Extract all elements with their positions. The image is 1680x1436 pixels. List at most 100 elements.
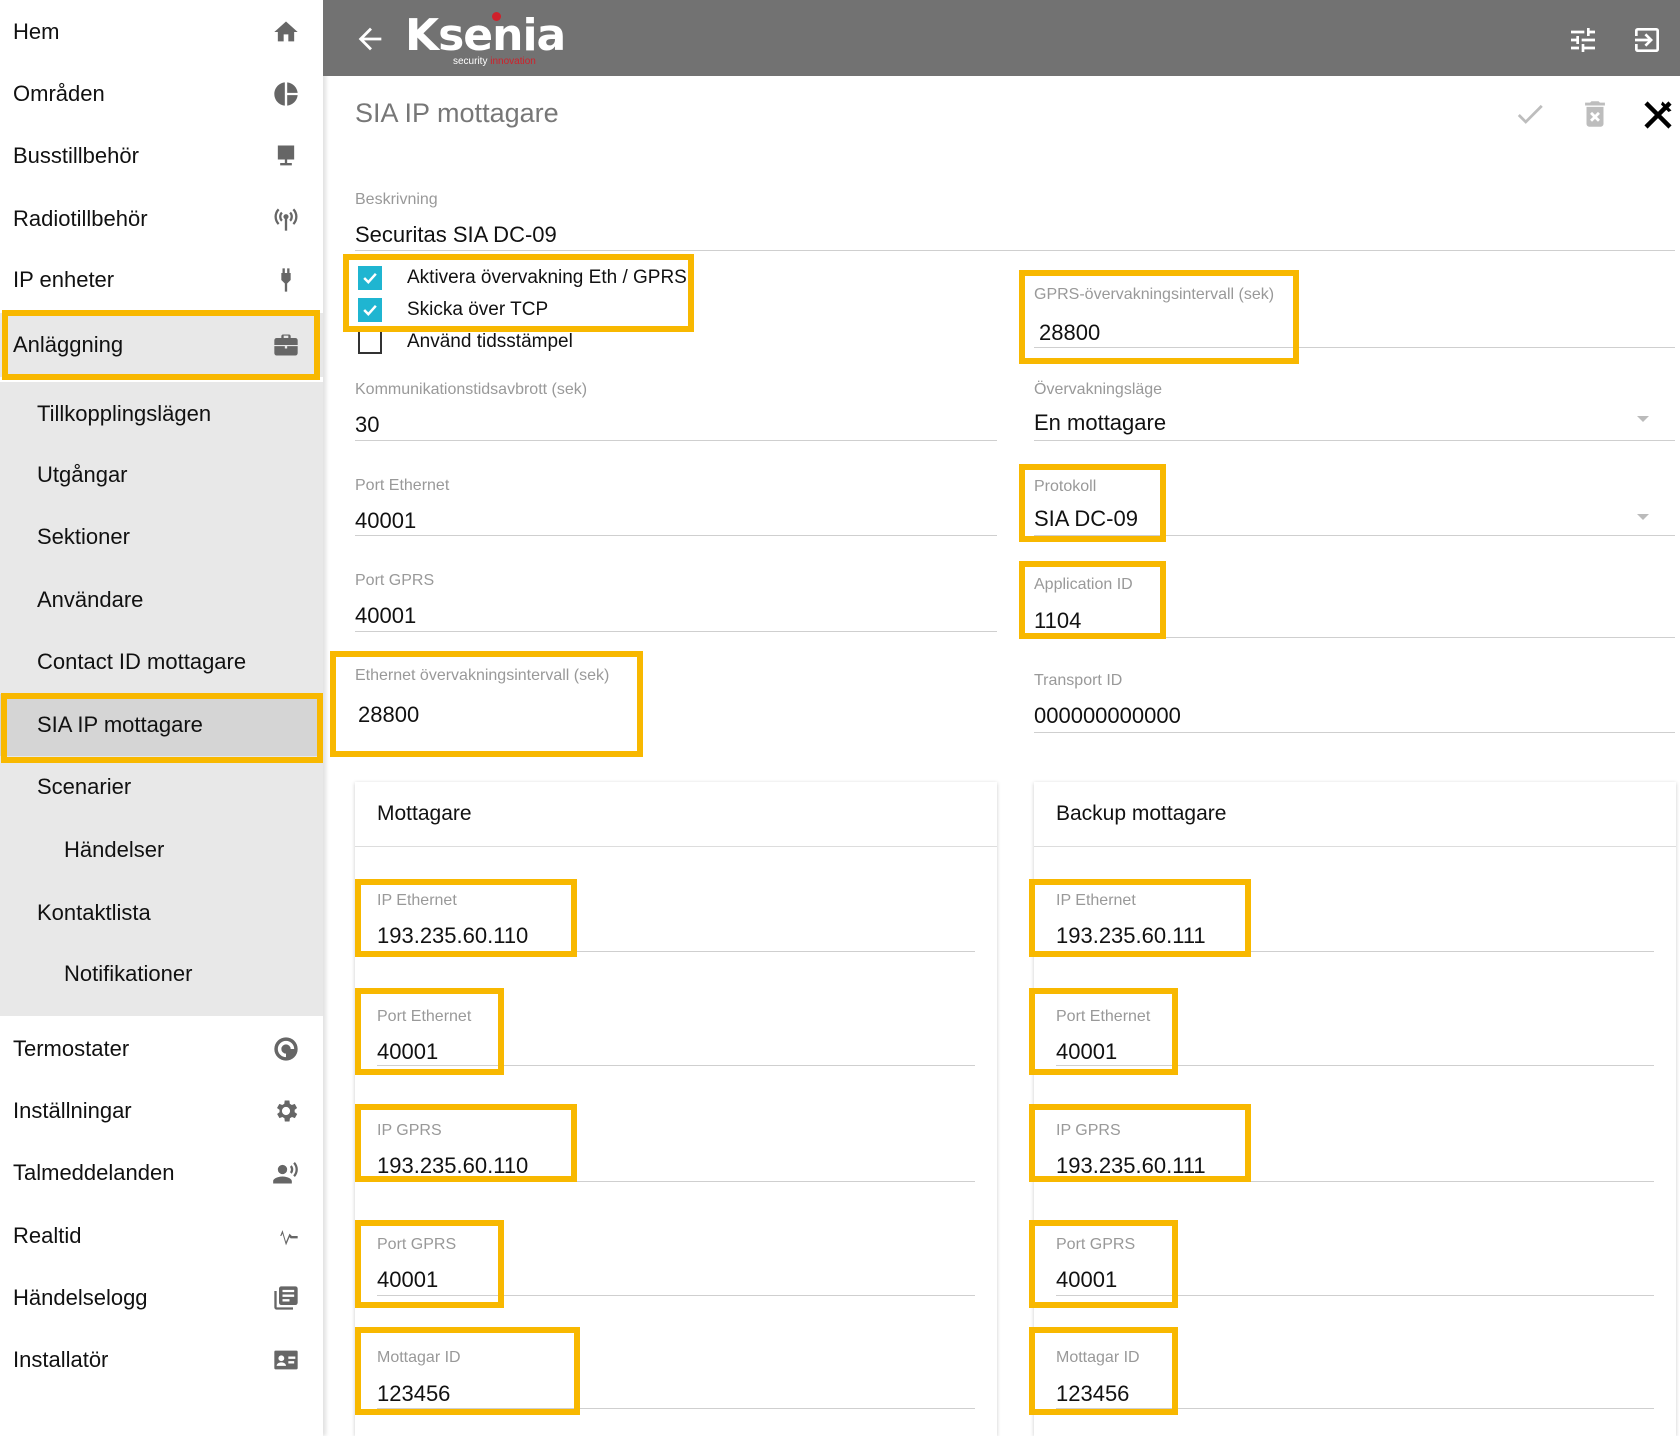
port-ethernet-label: Port Ethernet [355,477,450,494]
submenu-item[interactable]: Utgångar [0,444,323,506]
sidebar-item-handelselogg[interactable]: Händelselogg [0,1267,323,1329]
ksenia-logo: Ksenia security innovation [405,8,566,68]
card-divider [355,846,997,847]
sidebar-item-installator[interactable]: Installatör [0,1329,323,1391]
id-card-icon [271,1345,301,1375]
sidebar-item-radiotillbehor[interactable]: Radiotillbehör [0,188,323,250]
sidebar-item-realtid[interactable]: Realtid [0,1205,323,1267]
sidebar-item-label: Termostater [13,1036,130,1061]
field-value: 193.235.60.111 [1056,1153,1206,1178]
checkbox-label: Skicka över TCP [407,299,549,320]
briefcase-icon [271,330,301,360]
sidebar-item-busstillbehor[interactable]: Busstillbehör [0,125,323,187]
sidebar-item-omraden[interactable]: Områden [0,63,323,125]
radio-signal-icon [271,204,301,234]
exit-icon[interactable] [1631,24,1663,56]
description-field[interactable]: Beskrivning Securitas SIA DC-09 [355,188,1675,251]
backup-port-ethernet-field[interactable]: Port Ethernet 40001 [1056,1008,1654,1066]
port-gprs-label: Port GPRS [355,572,435,589]
submenu-item[interactable]: Notifikationer [0,943,323,1005]
gprs-interval-value: 28800 [1039,320,1101,345]
save-check-icon[interactable] [1513,97,1547,131]
application-id-value: 1104 [1034,608,1082,633]
back-arrow-icon[interactable] [353,22,387,56]
transport-id-label: Transport ID [1034,672,1123,689]
checkbox-monitoring[interactable]: Aktivera övervakning Eth / GPRS [358,263,687,293]
sidebar-item-hem[interactable]: Hem [0,1,323,63]
field-label: Port Ethernet [377,1008,472,1025]
submenu: Tillkopplingslägen Utgångar Sektioner An… [0,382,323,1016]
log-icon [271,1283,301,1313]
submenu-item-active[interactable]: SIA IP mottagare [0,694,323,756]
checkbox-label: Aktivera övervakning Eth / GPRS [407,267,687,288]
checkbox-checked-icon[interactable] [358,298,382,322]
field-label: Port GPRS [377,1236,457,1253]
sidebar-item-anlaggning[interactable]: Anläggning [0,313,323,377]
field-value: 40001 [377,1267,439,1292]
submenu-item[interactable]: Kontaktlista [0,882,323,944]
monitoring-mode-select[interactable]: Övervakningsläge En mottagare [1034,380,1675,441]
receiver-id-field[interactable]: Mottagar ID 123456 [377,1349,975,1409]
receiver-port-gprs-field[interactable]: Port GPRS 40001 [377,1236,975,1296]
transport-id-field[interactable]: Transport ID 000000000000 [1034,672,1675,733]
sidebar-item-installningar[interactable]: Inställningar [0,1080,323,1142]
receiver-port-ethernet-field[interactable]: Port Ethernet 40001 [377,1008,975,1066]
submenu-item[interactable]: Scenarier [0,756,323,818]
logo-text: Ksenia [405,10,566,61]
thermostat-icon [271,1034,301,1064]
tune-icon[interactable] [1567,24,1599,56]
sidebar-item-label: IP enheter [13,267,115,292]
backup-receiver-title: Backup mottagare [1056,802,1227,825]
top-bar: Ksenia security innovation [323,0,1680,76]
backup-port-gprs-field[interactable]: Port GPRS 40001 [1056,1236,1654,1296]
field-label: Mottagar ID [1056,1349,1140,1366]
port-gprs-field[interactable]: Port GPRS 40001 [355,571,997,632]
plug-icon [271,265,301,295]
page-title: SIA IP mottagare [355,98,559,128]
field-value: 193.235.60.111 [1056,923,1206,948]
field-label: Port GPRS [1056,1236,1136,1253]
field-value: 123456 [377,1381,451,1406]
port-gprs-value: 40001 [355,603,417,628]
submenu-item[interactable]: Contact ID mottagare [0,631,323,693]
receiver-ip-gprs-field[interactable]: IP GPRS 193.235.60.110 [377,1122,975,1182]
port-ethernet-field[interactable]: Port Ethernet 40001 [355,475,997,536]
submenu-item[interactable]: Händelser [0,819,323,881]
checkbox-timestamp[interactable]: Använd tidsstämpel [358,327,573,357]
sidebar-item-label: Områden [13,81,105,106]
backup-ip-ethernet-field[interactable]: IP Ethernet 193.235.60.111 [1056,892,1654,952]
backup-ip-gprs-field[interactable]: IP GPRS 193.235.60.111 [1056,1122,1654,1182]
gprs-interval-label: GPRS-övervakningsintervall (sek) [1034,286,1275,303]
field-value: 40001 [377,1039,439,1064]
submenu-item[interactable]: Sektioner [0,506,323,568]
pulse-icon [271,1221,301,1251]
checkbox-checked-icon[interactable] [358,266,382,290]
monitor-icon [271,141,301,171]
field-label: Port Ethernet [1056,1008,1151,1025]
field-value: 40001 [1056,1039,1118,1064]
protocol-select[interactable]: Protokoll SIA DC-09 [1034,478,1675,536]
delete-icon[interactable] [1578,97,1612,131]
sidebar-item-label: Installatör [13,1347,109,1372]
receiver-ip-ethernet-field[interactable]: IP Ethernet 193.235.60.110 [377,892,975,952]
gprs-interval-field[interactable]: GPRS-övervakningsintervall (sek) 28800 [1034,286,1675,348]
sidebar-item-termostater[interactable]: Termostater [0,1018,323,1080]
checkbox-tcp[interactable]: Skicka över TCP [358,295,548,325]
sidebar-item-ip-enheter[interactable]: IP enheter [0,249,323,311]
sidebar-item-label: Händelselogg [13,1285,148,1310]
backup-id-field[interactable]: Mottagar ID 123456 [1056,1349,1654,1409]
submenu-item[interactable]: Tillkopplingslägen [0,383,323,445]
checkbox-unchecked-icon[interactable] [358,330,382,354]
sidebar-item-talmeddelanden[interactable]: Talmeddelanden [0,1142,323,1204]
close-tools-icon[interactable] [1640,97,1676,133]
comm-timeout-field[interactable]: Kommunikationstidsavbrott (sek) 30 [355,380,997,441]
monitoring-mode-value: En mottagare [1034,410,1167,435]
backup-receiver-card: Backup mottagare IP Ethernet 193.235.60.… [1034,782,1676,1436]
sidebar-item-label: Anläggning [13,332,124,357]
pie-chart-icon [271,79,301,109]
card-divider [1034,846,1676,847]
submenu-item[interactable]: Användare [0,569,323,631]
application-id-field[interactable]: Application ID 1104 [1034,576,1675,638]
eth-interval-field[interactable]: Ethernet övervakningsintervall (sek) 288… [355,667,635,727]
comm-timeout-label: Kommunikationstidsavbrott (sek) [355,381,588,398]
